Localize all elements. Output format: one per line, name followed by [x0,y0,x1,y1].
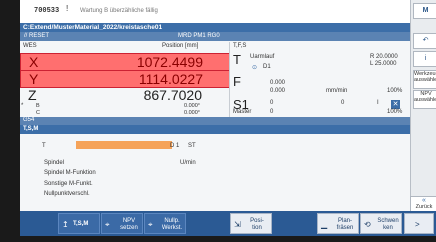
tfs-title: T,F,S [233,43,247,49]
photo-bezel-left [0,0,20,242]
st-field-label: ST [188,143,196,149]
next-arrow-icon: > [415,220,420,229]
tool-length: L 25.0000 [370,61,397,67]
select-npv-button[interactable]: NPV auswählen [413,90,436,109]
tsm-softkey[interactable]: ↥ T,S,M [58,213,100,234]
reset-status: // RESET [24,33,50,39]
tool-radius-icon: ⊙ [252,65,258,71]
tsm-icon: ↥ [62,220,69,229]
tool-name: Uarmlauf [250,54,275,60]
zero-icon: ⌖ [148,220,153,229]
spindle-value-2: 0 [341,100,345,106]
npv-icon: ⌖ [105,220,110,229]
alarm-line[interactable]: 700533 ! Wartung B überzähliche fällig [20,0,410,23]
g-code-bar: G54 [20,117,410,125]
info-icon[interactable]: i [413,51,436,67]
coordinate-system-label: WES [23,43,37,49]
feed-value-2: 0.000 [270,88,286,94]
axis-value: 0.000° [184,110,200,116]
spindle-direction: I [377,100,379,106]
master-label: Master [233,109,252,115]
tool-radius: R 20.0000 [370,54,398,60]
program-path: C:Extend/MusterMaterial_2022/kreistasche… [23,24,163,31]
axis-name: Z [28,87,37,103]
back-label: Zurück [415,204,433,210]
position-header: WES Position [mm] [20,42,228,51]
machine-key[interactable]: M [413,3,436,19]
tfs-panel: T,F,S T Uarmlauf ⊙ D1 R 20.0000 L 25.000… [229,42,411,117]
position-softkey[interactable]: ⇲ Posi- tion [230,213,272,234]
program-path-bar: C:Extend/MusterMaterial_2022/kreistasche… [20,23,410,32]
tool-letter: T [233,52,241,67]
softkey-label: Nullp. Werkst. [161,218,183,231]
softkey-label: T,S,M [73,221,89,227]
undo-icon[interactable]: ↶ [413,33,436,49]
axis-row-z[interactable]: Z 867.7020 [20,87,228,103]
d-field-label: D 1 [170,143,180,149]
zero-workpiece-softkey[interactable]: ⌖ Nullp. Werkst. [144,213,186,234]
axis-name: Y [29,71,39,87]
alarm-text: Wartung B überzähliche fällig [80,8,158,14]
feed-value: 0.000 [270,80,286,86]
work-offset: G54 [23,117,35,123]
back-arrow-icon: « [422,197,426,204]
alarm-bell-icon: ! [66,4,69,13]
softkey-label: Posi- tion [250,218,264,231]
alarm-number: 700533 [34,7,60,15]
spindle-value: 0 [270,100,274,106]
zero-offset-field[interactable]: Nullpunktverschl. [44,191,90,197]
swivel-icon: ⟲ [364,220,371,229]
axis-name: X [29,54,39,70]
tool-field-label: T [42,143,46,149]
spindle-stop-icon: ✕ [391,100,400,109]
channel-status-bar: // RESET MRD PM1 RG0 [20,32,410,41]
spindle-unit: U/min [180,160,196,166]
master-value: 0 [270,109,274,115]
face-milling-icon: ▁ [321,220,328,229]
tsm-form: T D 1 ST Spindel U/min Spindel M-Funktio… [20,134,410,211]
position-unit-label: Position [mm] [162,43,199,49]
tool-input-field[interactable] [76,141,172,149]
cnc-screen: 700533 ! Wartung B überzähliche fällig C… [20,0,436,236]
other-m-function-field[interactable]: Sonstige M-Funkt. [44,181,93,187]
axis-row-y[interactable]: Y 1114.0227 [20,70,230,88]
program-status: MRD PM1 RG0 [178,33,220,39]
feed-override: 100% [387,88,403,94]
position-icon: ⇲ [234,220,241,229]
tsm-title-bar: T,S,M [20,125,410,134]
feed-unit: mm/min [326,88,348,94]
horizontal-softkey-bar: ↥ T,S,M ⌖ NPV setzen ⌖ Nullp. Werkst. ⇲ … [20,211,436,236]
axis-value: 0.000° [184,103,200,109]
face-milling-softkey[interactable]: ▁ Plan- fräsen [317,213,359,234]
softkey-label: Plan- fräsen [336,218,354,231]
axis-value: 867.7020 [143,87,202,103]
axis-name: B [36,103,40,109]
spindle-override: 100% [387,109,403,115]
spindle-field-label[interactable]: Spindel [44,160,64,166]
axis-name: C [36,110,40,116]
photo-bezel-bottom [0,236,436,242]
softkey-label: NPV setzen [120,218,138,231]
feed-letter: F [233,74,241,89]
axis-value: 1114.0227 [138,71,203,87]
tool-d-value: D1 [263,64,271,70]
vertical-softkey-bar: M ↶ i Werkzeug auswählen NPV auswählen [410,0,436,211]
npv-set-softkey[interactable]: ⌖ NPV setzen [101,213,143,234]
spindle-m-function-field[interactable]: Spindel M-Funktion [44,170,96,176]
axis-value: 1072.4499 [136,54,203,70]
more-softkey[interactable]: > [404,213,434,234]
swivel-softkey[interactable]: ⟲ Schwen ken [360,213,402,234]
softkey-label: Schwen ken [377,218,399,231]
axis-row-x[interactable]: X 1072.4499 [20,53,230,71]
select-tool-button[interactable]: Werkzeug auswählen [413,70,436,89]
tsm-title: T,S,M [23,126,39,132]
